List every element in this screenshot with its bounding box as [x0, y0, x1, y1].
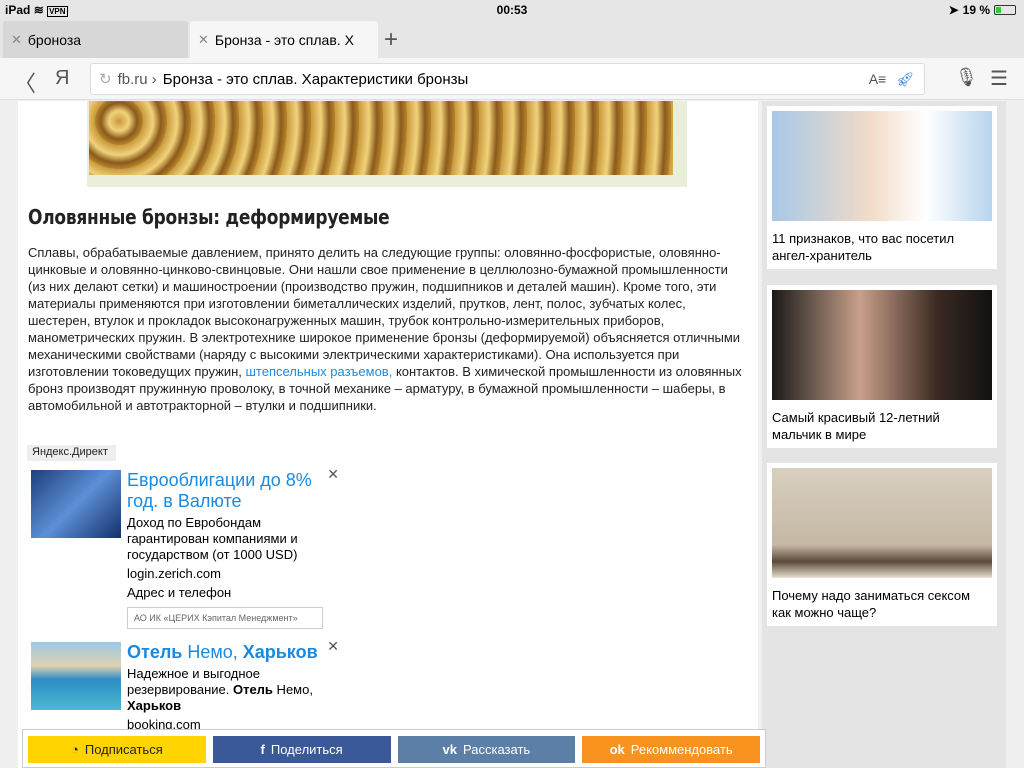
close-ad-icon[interactable]: ✕: [327, 638, 339, 655]
bronze-rods-image: [87, 101, 687, 187]
ad-contact[interactable]: Адрес и телефон: [127, 585, 327, 601]
ad-url[interactable]: login.zerich.com: [127, 566, 327, 582]
boy-portrait-image[interactable]: [772, 290, 992, 400]
ad-image-pool[interactable]: [31, 642, 121, 710]
tab-bronza-active[interactable]: ✕ Бронза - это сплав. Х: [190, 21, 378, 59]
reader-mode-icon[interactable]: A≡: [869, 71, 887, 88]
vk-icon: vk: [442, 742, 458, 757]
tab-label: броноза: [27, 32, 82, 48]
ad-desc-text: Немо,: [272, 682, 313, 697]
tab-label: Бронза - это сплав. Х: [214, 32, 354, 48]
back-chevron-icon[interactable]: 〈: [14, 66, 36, 98]
odnoklassniki-icon: ok: [609, 742, 625, 757]
section-heading: Оловянные бронзы: деформируемые: [28, 205, 390, 229]
card-caption[interactable]: 11 признаков, что вас посетил ангел-хран…: [772, 221, 992, 264]
ad-title-bold: Харьков: [242, 642, 318, 662]
button-label: Рекоммендовать: [630, 742, 733, 757]
battery-icon: [994, 5, 1016, 15]
clock: 00:53: [496, 3, 528, 17]
article-content: Оловянные бронзы: деформируемые Сплавы, …: [18, 101, 758, 768]
ad-title-text: Немо,: [182, 642, 243, 662]
close-ad-icon[interactable]: ✕: [327, 466, 339, 483]
plug-connectors-link[interactable]: штепсельных разъемов,: [246, 364, 393, 379]
reload-icon[interactable]: ↻: [99, 70, 112, 88]
ad-description: Надежное и выгодное резервирование. Отел…: [127, 666, 327, 714]
ad-title[interactable]: Еврооблигации до 8% год. в Валюте: [127, 470, 327, 512]
angel-girl-image[interactable]: [772, 111, 992, 221]
status-bar: iPad ≋ VPN 00:53 ➤ 19 %: [0, 0, 1024, 20]
rocket-icon[interactable]: 🚀︎: [896, 71, 914, 88]
tab-bronoza[interactable]: ✕ броноза: [3, 21, 188, 59]
button-label: Рассказать: [463, 742, 531, 757]
recommendation-card[interactable]: Самый красивый 12-летний мальчик в мире: [767, 285, 997, 448]
facebook-share-button[interactable]: f Поделиться: [212, 736, 391, 763]
para-text: Сплавы, обрабатываемые давлением, принят…: [28, 245, 741, 379]
share-bar: ◔ Подписаться f Поделиться vk Рассказать ok…: [22, 729, 766, 768]
facebook-icon: f: [260, 742, 265, 757]
close-tab-icon[interactable]: ✕: [11, 32, 22, 48]
ad-title-bold: Отель: [127, 642, 183, 662]
subscribe-button[interactable]: ◔ Подписаться: [28, 736, 206, 763]
recommendation-card[interactable]: Почему надо заниматься сексом как можно …: [767, 463, 997, 626]
new-tab-plus-icon[interactable]: +: [384, 26, 398, 54]
ad-image-flags[interactable]: [31, 470, 121, 538]
battery-percent: 19 %: [962, 3, 990, 17]
menu-hamburger-icon[interactable]: ☰: [990, 66, 1008, 91]
article-paragraph: Сплавы, обрабатываемые давлением, принят…: [28, 244, 748, 414]
card-caption[interactable]: Самый красивый 12-летний мальчик в мире: [772, 400, 992, 443]
ad-title[interactable]: Отель Немо, Харьков: [127, 642, 327, 663]
ad-company-button[interactable]: АО ИК «ЦЕРИХ Кэпитал Менеджмент»: [127, 607, 323, 629]
ad-desc-bold: Харьков: [127, 698, 182, 713]
couple-jumping-image[interactable]: [772, 468, 992, 578]
tab-bar: ✕ броноза ✕ Бронза - это сплав. Х +: [0, 20, 1024, 59]
microphone-icon[interactable]: 🎙︎: [955, 67, 978, 88]
button-label: Подписаться: [84, 742, 163, 757]
rss-icon: ◔: [71, 742, 79, 757]
recommendation-card[interactable]: 11 признаков, что вас посетил ангел-хран…: [767, 106, 997, 269]
ad-desc-bold: Отель: [232, 682, 273, 697]
browser-toolbar: 〈 Я ↻ fb.ru › Бронза - это сплав. Характ…: [0, 58, 1024, 100]
ad-description: Доход по Евробондам гарантирован компани…: [127, 515, 298, 562]
address-bar[interactable]: ↻ fb.ru › Бронза - это сплав. Характерис…: [90, 63, 925, 95]
address-title: Бронза - это сплав. Характеристики бронз…: [162, 70, 469, 88]
vk-share-button[interactable]: vk Рассказать: [397, 736, 576, 763]
close-tab-icon[interactable]: ✕: [198, 32, 209, 48]
yandex-logo[interactable]: Я: [55, 67, 69, 90]
card-caption[interactable]: Почему надо заниматься сексом как можно …: [772, 578, 992, 621]
location-icon: ➤: [948, 3, 959, 17]
sidebar-recommendations: 11 признаков, что вас посетил ангел-хран…: [762, 101, 1006, 768]
button-label: Поделиться: [270, 742, 343, 757]
address-domain: fb.ru ›: [117, 70, 157, 88]
yandex-direct-label[interactable]: Яндекс.Директ: [27, 445, 116, 461]
odnoklassniki-share-button[interactable]: ok Рекоммендовать: [582, 736, 760, 763]
